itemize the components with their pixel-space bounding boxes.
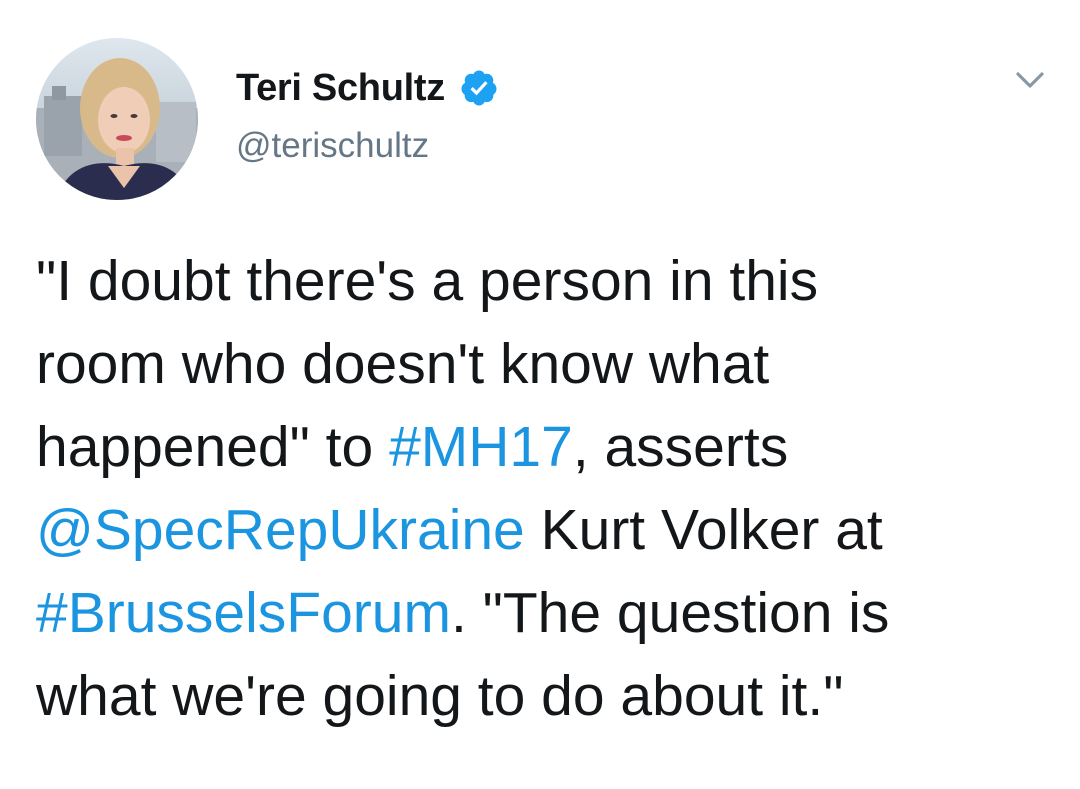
tweet-text-segment: happened" to: [36, 415, 390, 479]
tweet-text-segment: what we're going to do about it.": [36, 664, 844, 728]
author-name-row[interactable]: Teri Schultz: [236, 62, 499, 114]
hashtag-link[interactable]: #MH17: [389, 415, 573, 479]
tweet-text-segment: "I doubt there's a person in this: [36, 249, 819, 313]
tweet-text-segment: Kurt Volker at: [524, 498, 883, 562]
tweet-text-line: "I doubt there's a person in this: [36, 240, 1056, 323]
verified-badge-icon: [459, 68, 499, 108]
avatar-photo: [36, 58, 198, 200]
tweet-text-line: #BrusselsForum. "The question is: [36, 572, 1056, 655]
tweet-text-line: what we're going to do about it.": [36, 655, 1056, 738]
tweet-text-line: room who doesn't know what: [36, 323, 1056, 406]
tweet-text: "I doubt there's a person in this room wh…: [36, 240, 1056, 738]
display-name[interactable]: Teri Schultz: [236, 67, 445, 110]
tweet-text-segment: room who doesn't know what: [36, 332, 770, 396]
tweet-text-line: happened" to #MH17, asserts: [36, 406, 1056, 489]
avatar[interactable]: [36, 38, 198, 200]
tweet-text-segment: , asserts: [572, 415, 789, 479]
author-handle[interactable]: @terischultz: [236, 126, 429, 166]
tweet-card: Teri Schultz @terischultz "I doubt there…: [0, 0, 1080, 789]
mention-link[interactable]: @SpecRepUkraine: [36, 498, 525, 562]
hashtag-link[interactable]: #BrusselsForum: [36, 581, 451, 645]
chevron-down-icon[interactable]: [1010, 62, 1050, 98]
tweet-text-segment: . "The question is: [450, 581, 890, 645]
tweet-text-line: @SpecRepUkraine Kurt Volker at: [36, 489, 1056, 572]
